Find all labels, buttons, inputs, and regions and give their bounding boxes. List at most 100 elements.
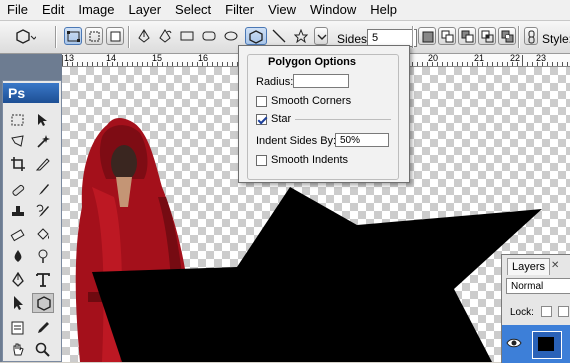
paint-bucket-tool[interactable] [32,224,54,244]
fill-pixels-button[interactable] [106,27,124,45]
dialog-title: Polygon Options [265,56,359,68]
menu-filter[interactable]: Filter [218,0,261,20]
notes-tool[interactable] [7,318,29,338]
geometry-options-dropdown[interactable] [314,27,328,45]
ruler-tick [102,62,103,66]
magic-wand-tool[interactable] [32,132,54,152]
ruler-tick [447,62,448,66]
radius-input[interactable] [293,74,349,88]
exclude-shape-area-button[interactable] [498,27,516,45]
pen-nib-icon [12,272,24,287]
bandage-icon [12,184,25,196]
tool-preset-picker[interactable] [14,27,36,45]
ruler-tick [532,62,533,66]
ruler-tick [92,62,93,66]
eye-icon[interactable] [506,337,522,349]
ruler-tick [187,62,188,66]
ruler-tick [537,62,538,66]
path-selection-tool[interactable] [7,293,29,313]
ruler-tick [127,62,128,66]
marquee-tool[interactable] [7,110,29,130]
history-brush-tool[interactable] [32,202,54,222]
ruler-tick [507,62,508,66]
dodge-icon [38,249,48,263]
ellipse-button[interactable] [222,27,240,45]
new-shape-layer-button[interactable] [418,27,436,45]
separator [518,26,520,48]
star-checkbox[interactable] [256,114,267,125]
indent-sides-input[interactable] [335,133,389,147]
ruler-tick [567,62,568,66]
rectangular-marquee-icon [11,114,24,126]
shape-layers-button[interactable] [64,27,82,45]
ruler-tick [177,62,178,66]
type-tool[interactable] [32,270,54,290]
pen-tool[interactable] [7,270,29,290]
note-icon [11,321,24,335]
ruler-tick [112,62,113,66]
ruler-tick [552,62,553,66]
menu-bar: File Edit Image Layer Select Filter View… [0,0,570,21]
blur-tool[interactable] [7,246,29,266]
subtract-shape-area-button[interactable] [458,27,476,45]
ruler-tick [82,62,83,66]
line-shape-button[interactable] [270,27,288,45]
menu-window[interactable]: Window [303,0,363,20]
ruler-tick [152,62,153,66]
clone-stamp-tool[interactable] [7,202,29,222]
ruler-tick [467,62,468,66]
rounded-rectangle-button[interactable] [200,27,218,45]
menu-image[interactable]: Image [71,0,121,20]
ruler-tick [147,62,148,66]
smooth-indents-checkbox[interactable] [256,155,267,166]
eraser-tool[interactable] [7,224,29,244]
layers-tab[interactable]: Layers [507,258,551,275]
smooth-corners-checkbox[interactable] [256,96,267,107]
polygon-tool[interactable] [32,293,54,313]
menu-edit[interactable]: Edit [35,0,71,20]
water-drop-icon [14,250,22,262]
ruler-tick [197,62,198,66]
intersect-shape-area-button[interactable] [478,27,496,45]
eyedropper-tool[interactable] [32,318,54,338]
polygon-shape-button[interactable] [245,27,267,45]
lock-transparency-checkbox[interactable] [541,306,552,317]
healing-brush-tool[interactable] [7,180,29,200]
paint-bucket-icon [37,228,49,240]
chevron-down-icon [317,34,327,40]
menu-select[interactable]: Select [168,0,218,20]
menu-file[interactable]: File [0,0,35,20]
slice-tool[interactable] [32,154,54,174]
crop-tool[interactable] [7,154,29,174]
ruler-tick [137,62,138,66]
add-shape-area-button[interactable] [438,27,456,45]
rectangle-shape-button[interactable] [178,27,196,45]
move-tool[interactable] [32,110,54,130]
ruler-tick [517,62,518,66]
ruler-tick [562,62,563,66]
paths-button[interactable] [85,27,103,45]
pen-icon [138,29,150,43]
hand-tool[interactable] [7,340,29,360]
separator [55,26,57,48]
layers-panel: Layers ✕ Normal Lock: [501,254,570,363]
link-style-button[interactable] [524,27,538,45]
close-icon[interactable]: ✕ [551,260,559,271]
zoom-tool[interactable] [32,340,54,360]
blend-mode-select[interactable]: Normal [506,278,570,294]
layer-thumbnail [532,331,562,359]
lasso-tool[interactable] [7,132,29,152]
layer-row[interactable] [502,325,570,363]
pen-tool-button[interactable] [135,27,153,45]
ruler-tick [172,62,173,66]
ruler-tick [492,62,493,66]
menu-layer[interactable]: Layer [122,0,169,20]
custom-shape-button[interactable] [292,27,310,45]
brush-tool[interactable] [32,180,54,200]
lock-pixels-checkbox[interactable] [558,306,569,317]
menu-help[interactable]: Help [363,0,404,20]
menu-view[interactable]: View [261,0,303,20]
freeform-pen-button[interactable] [156,27,174,45]
ruler-tick [217,62,218,66]
dodge-tool[interactable] [32,246,54,266]
